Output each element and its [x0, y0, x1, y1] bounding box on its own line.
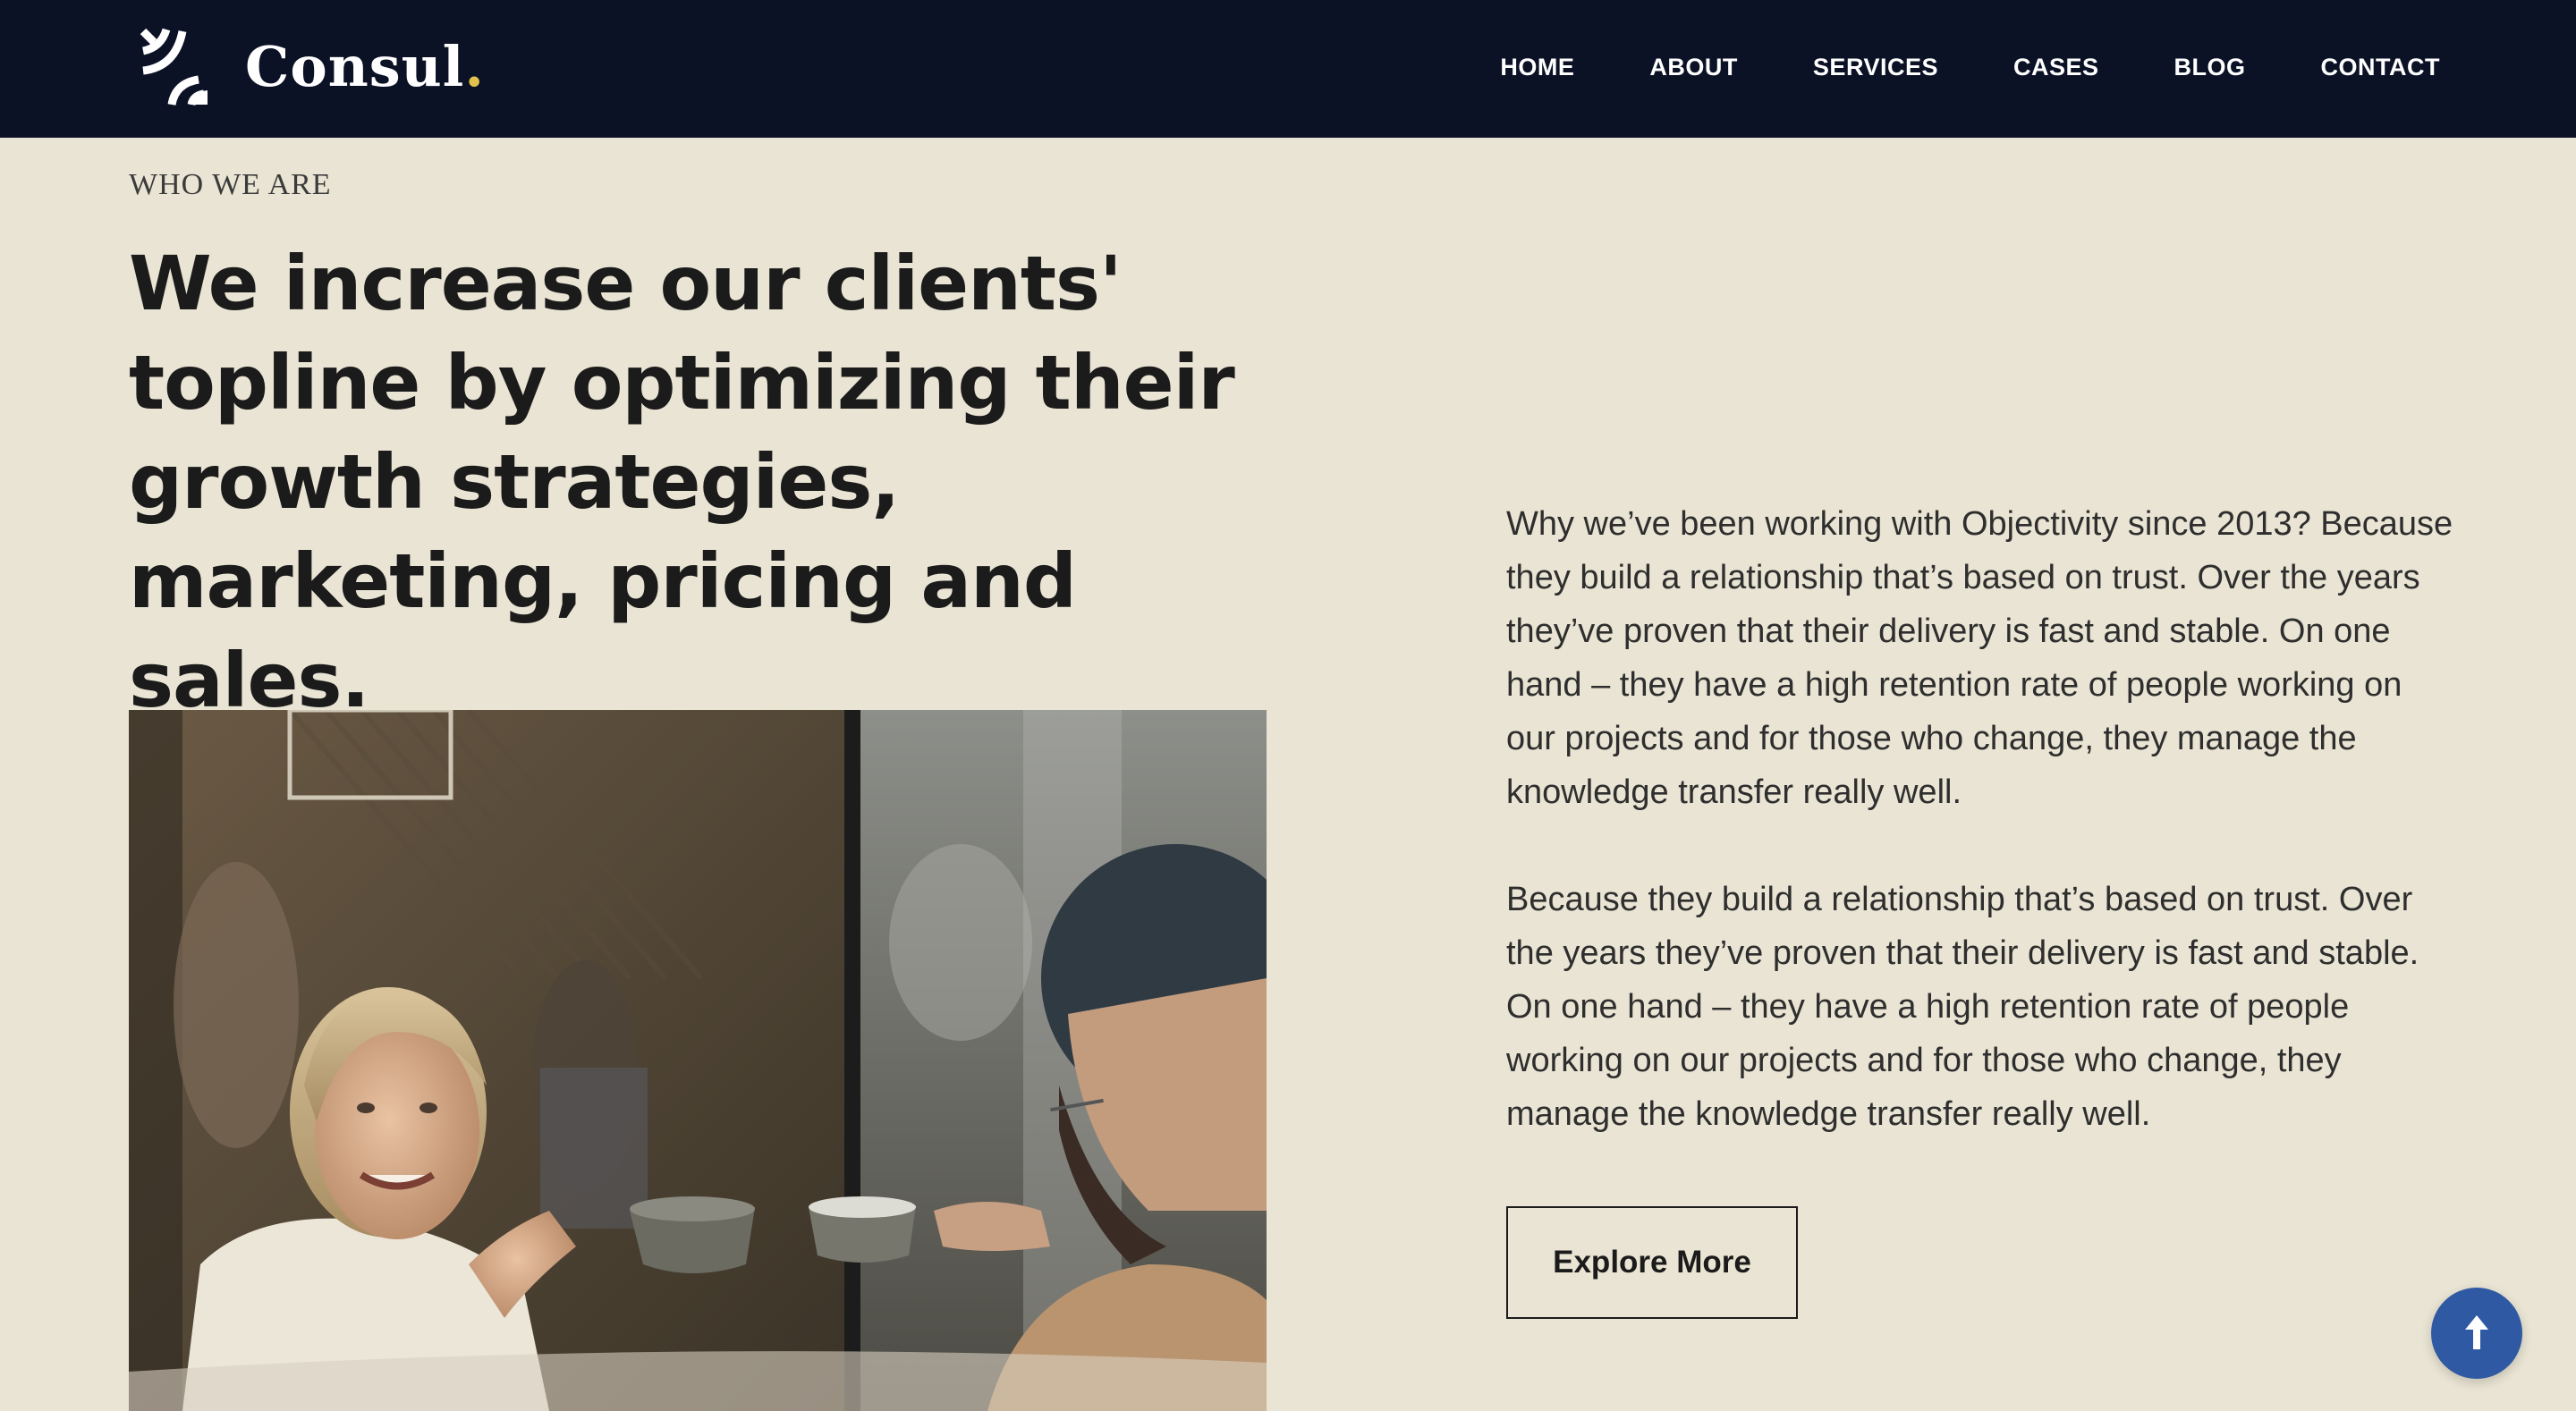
nav-about[interactable]: ABOUT [1649, 54, 1738, 81]
top-navbar: Consul. HOME ABOUT SERVICES CASES BLOG C… [0, 0, 2576, 138]
nav-blog[interactable]: BLOG [2174, 54, 2246, 81]
section-headline: We increase our clients' topline by opti… [129, 240, 1235, 724]
body-paragraph-2: Because they build a relationship that’s… [1506, 881, 2419, 1133]
nav-services[interactable]: SERVICES [1813, 54, 1938, 81]
hero-photo-illustration [129, 710, 1267, 1411]
main-nav: HOME ABOUT SERVICES CASES BLOG CONTACT [1500, 0, 2440, 134]
brand-name: Consul. [245, 34, 485, 99]
back-to-top-button[interactable] [2431, 1288, 2522, 1379]
explore-more-button[interactable]: Explore More [1506, 1206, 1798, 1319]
body-paragraph-1: Why we’ve been working with Objectivity … [1506, 505, 2453, 811]
arrow-up-icon [2465, 1315, 2488, 1349]
nav-cases[interactable]: CASES [2013, 54, 2099, 81]
nav-home[interactable]: HOME [1500, 54, 1574, 81]
signal-waves-icon [140, 28, 208, 106]
hero-photo [129, 710, 1267, 1411]
brand-logo[interactable]: Consul. [136, 27, 485, 107]
brand-dot: . [464, 34, 485, 99]
nav-contact[interactable]: CONTACT [2321, 54, 2440, 81]
section-eyebrow: WHO WE ARE [129, 168, 332, 201]
